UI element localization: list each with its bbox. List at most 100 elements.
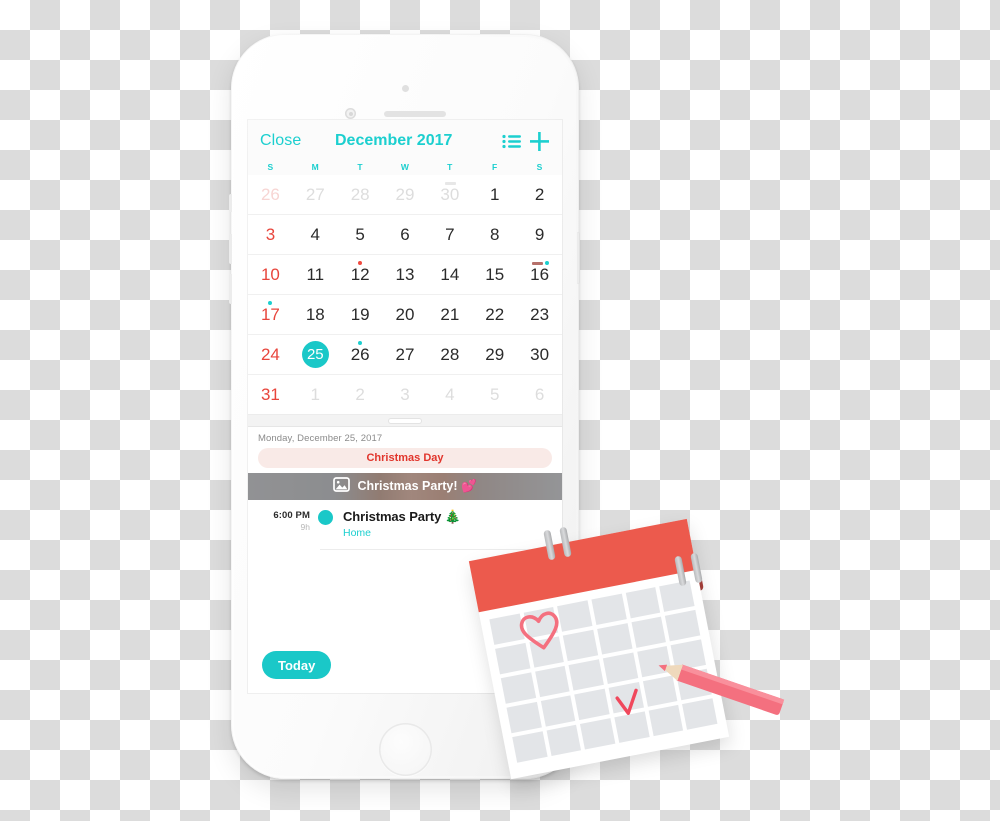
event-start-time: 6:00 PM: [273, 510, 310, 521]
day-number: 24: [260, 345, 280, 364]
day-number: 11: [306, 265, 325, 284]
calendar-day-cell[interactable]: 14: [427, 255, 472, 294]
weekday-label-1: M: [311, 162, 319, 172]
calendar-day-cell[interactable]: 30: [517, 335, 562, 374]
day-number: 20: [395, 305, 415, 324]
day-number: 27: [305, 185, 325, 204]
weekday-label-5: F: [491, 162, 498, 172]
calendar-day-cell[interactable]: 18: [293, 295, 338, 334]
day-number: 30: [440, 185, 460, 204]
calendar-day-cell[interactable]: 29: [472, 335, 517, 374]
weekday-label-3: W: [400, 162, 410, 172]
calendar-day-cell[interactable]: 16: [517, 255, 562, 294]
calendar-day-cell[interactable]: 4: [427, 375, 472, 414]
calendar-day-cell[interactable]: 26: [248, 175, 293, 214]
calendar-week-row: 31 1 2 3 4 5 6: [248, 374, 562, 414]
calendar-day-cell[interactable]: 9: [517, 215, 562, 254]
calendar-grid[interactable]: 26 27 28 29 30 1 2 3 4 5 6 7 8 9 10 11 12 13 14 15 16 17 18 19 2…: [248, 175, 562, 414]
list-icon[interactable]: [500, 130, 522, 152]
calendar-day-cell[interactable]: 15: [472, 255, 517, 294]
calendar-day-cell[interactable]: 21: [427, 295, 472, 334]
calendar-day-cell[interactable]: 23: [517, 295, 562, 334]
volume-up-button[interactable]: [229, 234, 232, 264]
event-location[interactable]: Home: [343, 527, 461, 539]
calendar-day-cell[interactable]: 5: [472, 375, 517, 414]
calendar-day-cell[interactable]: 26: [338, 335, 383, 374]
day-number: 19: [350, 305, 370, 324]
today-button[interactable]: Today: [262, 651, 332, 679]
day-number: 23: [530, 305, 550, 324]
calendar-day-cell[interactable]: 29: [383, 175, 428, 214]
calendar-week-row: 17 18 19 20 21 22 23: [248, 294, 562, 334]
power-button[interactable]: [577, 232, 580, 284]
weekday-label-0: S: [267, 162, 274, 172]
calendar-day-cell[interactable]: 20: [383, 295, 428, 334]
calendar-day-cell[interactable]: 5: [338, 215, 383, 254]
calendar-day-cell[interactable]: 4: [293, 215, 338, 254]
day-number: 16: [530, 265, 550, 284]
calendar-day-cell[interactable]: 28: [338, 175, 383, 214]
calendar-day-cell[interactable]: 6: [383, 215, 428, 254]
calendar-day-cell[interactable]: 2: [517, 175, 562, 214]
day-number: 9: [534, 225, 545, 244]
calendar-day-cell[interactable]: 1: [472, 175, 517, 214]
calendar-week-row: 10 11 12 13 14 15 16: [248, 254, 562, 294]
calendar-day-cell[interactable]: 3: [383, 375, 428, 414]
calendar-week-row: 24 25 26 27 28 29 30: [248, 334, 562, 374]
photo-event-banner[interactable]: Christmas Party! 💕: [248, 473, 562, 500]
front-camera-icon: [345, 108, 356, 119]
calendar-day-cell[interactable]: 8: [472, 215, 517, 254]
calendar-day-cell[interactable]: 31: [248, 375, 293, 414]
calendar-day-cell[interactable]: 24: [248, 335, 293, 374]
calendar-day-cell[interactable]: 19: [338, 295, 383, 334]
calendar-day-cell[interactable]: 11: [293, 255, 338, 294]
day-number: 1: [489, 185, 500, 204]
day-number: 22: [485, 305, 505, 324]
selected-day-number: 25: [301, 341, 329, 368]
volume-down-button[interactable]: [229, 274, 232, 304]
calendar-day-cell[interactable]: 12: [338, 255, 383, 294]
day-number: 5: [355, 225, 365, 244]
home-button[interactable]: [379, 723, 432, 776]
calendar-week-row: 26 27 28 29 30 1 2: [248, 175, 562, 214]
photo-banner-label: Christmas Party! 💕: [357, 479, 477, 493]
day-number: 30: [530, 345, 550, 364]
day-number: 27: [395, 345, 415, 364]
holiday-banner[interactable]: Christmas Day: [258, 448, 552, 468]
day-event-bar: [444, 182, 456, 185]
calendar-day-cell[interactable]: 3: [248, 215, 293, 254]
calendar-day-cell[interactable]: 25: [293, 335, 338, 374]
event-time-block: 6:00 PM 9h: [258, 509, 318, 532]
day-number: 18: [305, 305, 325, 324]
calendar-day-cell[interactable]: 28: [427, 335, 472, 374]
calendar-day-cell[interactable]: 10: [248, 255, 293, 294]
event-title: Christmas Party 🎄: [343, 509, 461, 524]
calendar-day-cell[interactable]: 27: [383, 335, 428, 374]
wall-calendar-illustration: [468, 518, 785, 810]
day-number: 4: [445, 385, 455, 404]
calendar-day-cell[interactable]: 1: [293, 375, 338, 414]
calendar-day-cell[interactable]: 7: [427, 215, 472, 254]
month-title[interactable]: December 2017: [293, 132, 494, 150]
calendar-day-cell[interactable]: 27: [293, 175, 338, 214]
day-number: 12: [350, 265, 370, 284]
calendar-day-cell[interactable]: 30: [427, 175, 472, 214]
photo-icon: [333, 476, 351, 497]
day-number: 10: [260, 265, 280, 284]
day-number: 4: [310, 225, 321, 244]
calendar-day-cell[interactable]: 2: [338, 375, 383, 414]
mute-switch[interactable]: [229, 194, 232, 212]
weekday-label-4: T: [447, 162, 453, 172]
event-color-dot: [318, 510, 333, 525]
calendar-day-cell[interactable]: 13: [383, 255, 428, 294]
calendar-day-cell[interactable]: 22: [472, 295, 517, 334]
holiday-label: Christmas Day: [366, 452, 444, 464]
calendar-day-cell[interactable]: 17: [248, 295, 293, 334]
calendar-day-cell[interactable]: 6: [517, 375, 562, 414]
plus-icon[interactable]: [528, 130, 550, 152]
day-number: 3: [265, 225, 276, 244]
today-button-label: Today: [278, 657, 316, 673]
sheet-drag-handle[interactable]: [248, 414, 562, 427]
day-number: 28: [350, 185, 370, 204]
day-number: 2: [534, 185, 545, 204]
